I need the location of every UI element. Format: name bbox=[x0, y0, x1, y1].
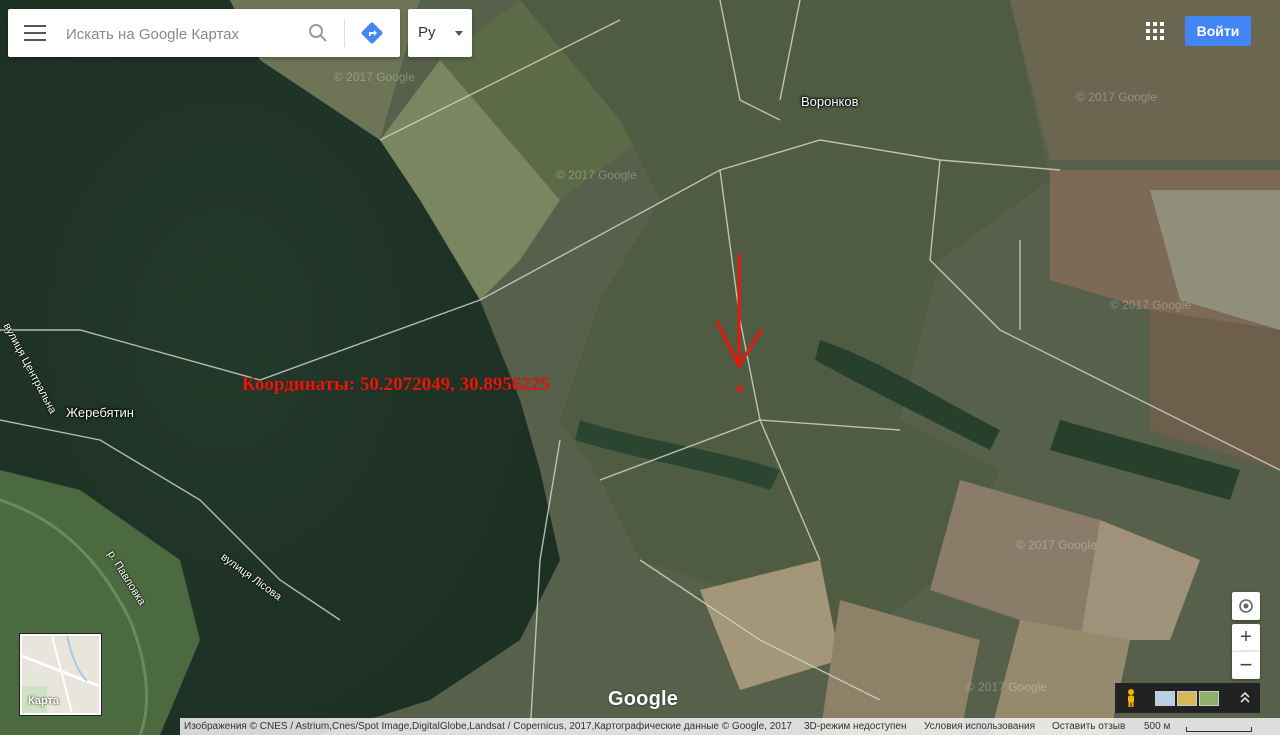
expand-icon[interactable] bbox=[1239, 690, 1251, 706]
google-logo: Google bbox=[608, 688, 679, 710]
imagery-thumbnail[interactable] bbox=[1199, 691, 1219, 706]
apps-icon[interactable] bbox=[1146, 22, 1164, 40]
3d-unavailable-note: 3D-режим недоступен bbox=[804, 721, 907, 732]
zoom-in-button[interactable]: + bbox=[1232, 624, 1260, 651]
scale-bar bbox=[1186, 727, 1252, 732]
chevron-down-icon bbox=[455, 31, 463, 36]
imagery-watermark: © 2017 Google bbox=[966, 680, 1047, 694]
coordinates-annotation: Координаты: 50.2072049, 30.8956225 bbox=[242, 374, 550, 395]
imagery-watermark: © 2017 Google bbox=[556, 168, 637, 182]
terms-link[interactable]: Условия использования bbox=[924, 721, 1035, 732]
place-label-voronkov: Воронков bbox=[801, 94, 859, 109]
search-box bbox=[8, 9, 400, 57]
attribution-footer: Изображения © CNES / Astrium,Cnes/Spot I… bbox=[180, 718, 1280, 735]
pegman-icon[interactable] bbox=[1123, 688, 1139, 708]
locate-icon bbox=[1239, 599, 1253, 613]
place-label-zherebiatyn: Жеребятин bbox=[66, 405, 134, 420]
imagery-thumbnail[interactable] bbox=[1177, 691, 1197, 706]
search-divider bbox=[344, 19, 345, 47]
scale-label[interactable]: 500 м bbox=[1144, 721, 1170, 732]
my-location-button[interactable] bbox=[1232, 592, 1260, 620]
feedback-link[interactable]: Оставить отзыв bbox=[1052, 721, 1125, 732]
satellite-map[interactable] bbox=[0, 0, 1280, 735]
map-type-minimap[interactable]: Карта bbox=[20, 634, 101, 715]
imagery-attribution: Изображения © CNES / Astrium,Cnes/Spot I… bbox=[184, 721, 792, 732]
imagery-watermark: © 2017 Google bbox=[334, 70, 415, 84]
imagery-tray bbox=[1115, 683, 1260, 713]
zoom-out-button[interactable]: − bbox=[1232, 651, 1260, 679]
language-label: Ру bbox=[418, 24, 436, 41]
signin-button[interactable]: Войти bbox=[1185, 16, 1251, 46]
search-icon[interactable] bbox=[308, 23, 328, 43]
menu-icon[interactable] bbox=[24, 25, 46, 41]
directions-icon[interactable] bbox=[360, 21, 384, 45]
imagery-watermark: © 2017 Google bbox=[1076, 90, 1157, 104]
imagery-watermark: © 2017 Google bbox=[1110, 298, 1191, 312]
minimap-label: Карта bbox=[28, 695, 60, 707]
imagery-thumbnail[interactable] bbox=[1155, 691, 1175, 706]
search-input[interactable] bbox=[64, 17, 306, 51]
imagery-watermark: © 2017 Google bbox=[1016, 538, 1097, 552]
language-select[interactable]: Ру bbox=[408, 9, 472, 57]
